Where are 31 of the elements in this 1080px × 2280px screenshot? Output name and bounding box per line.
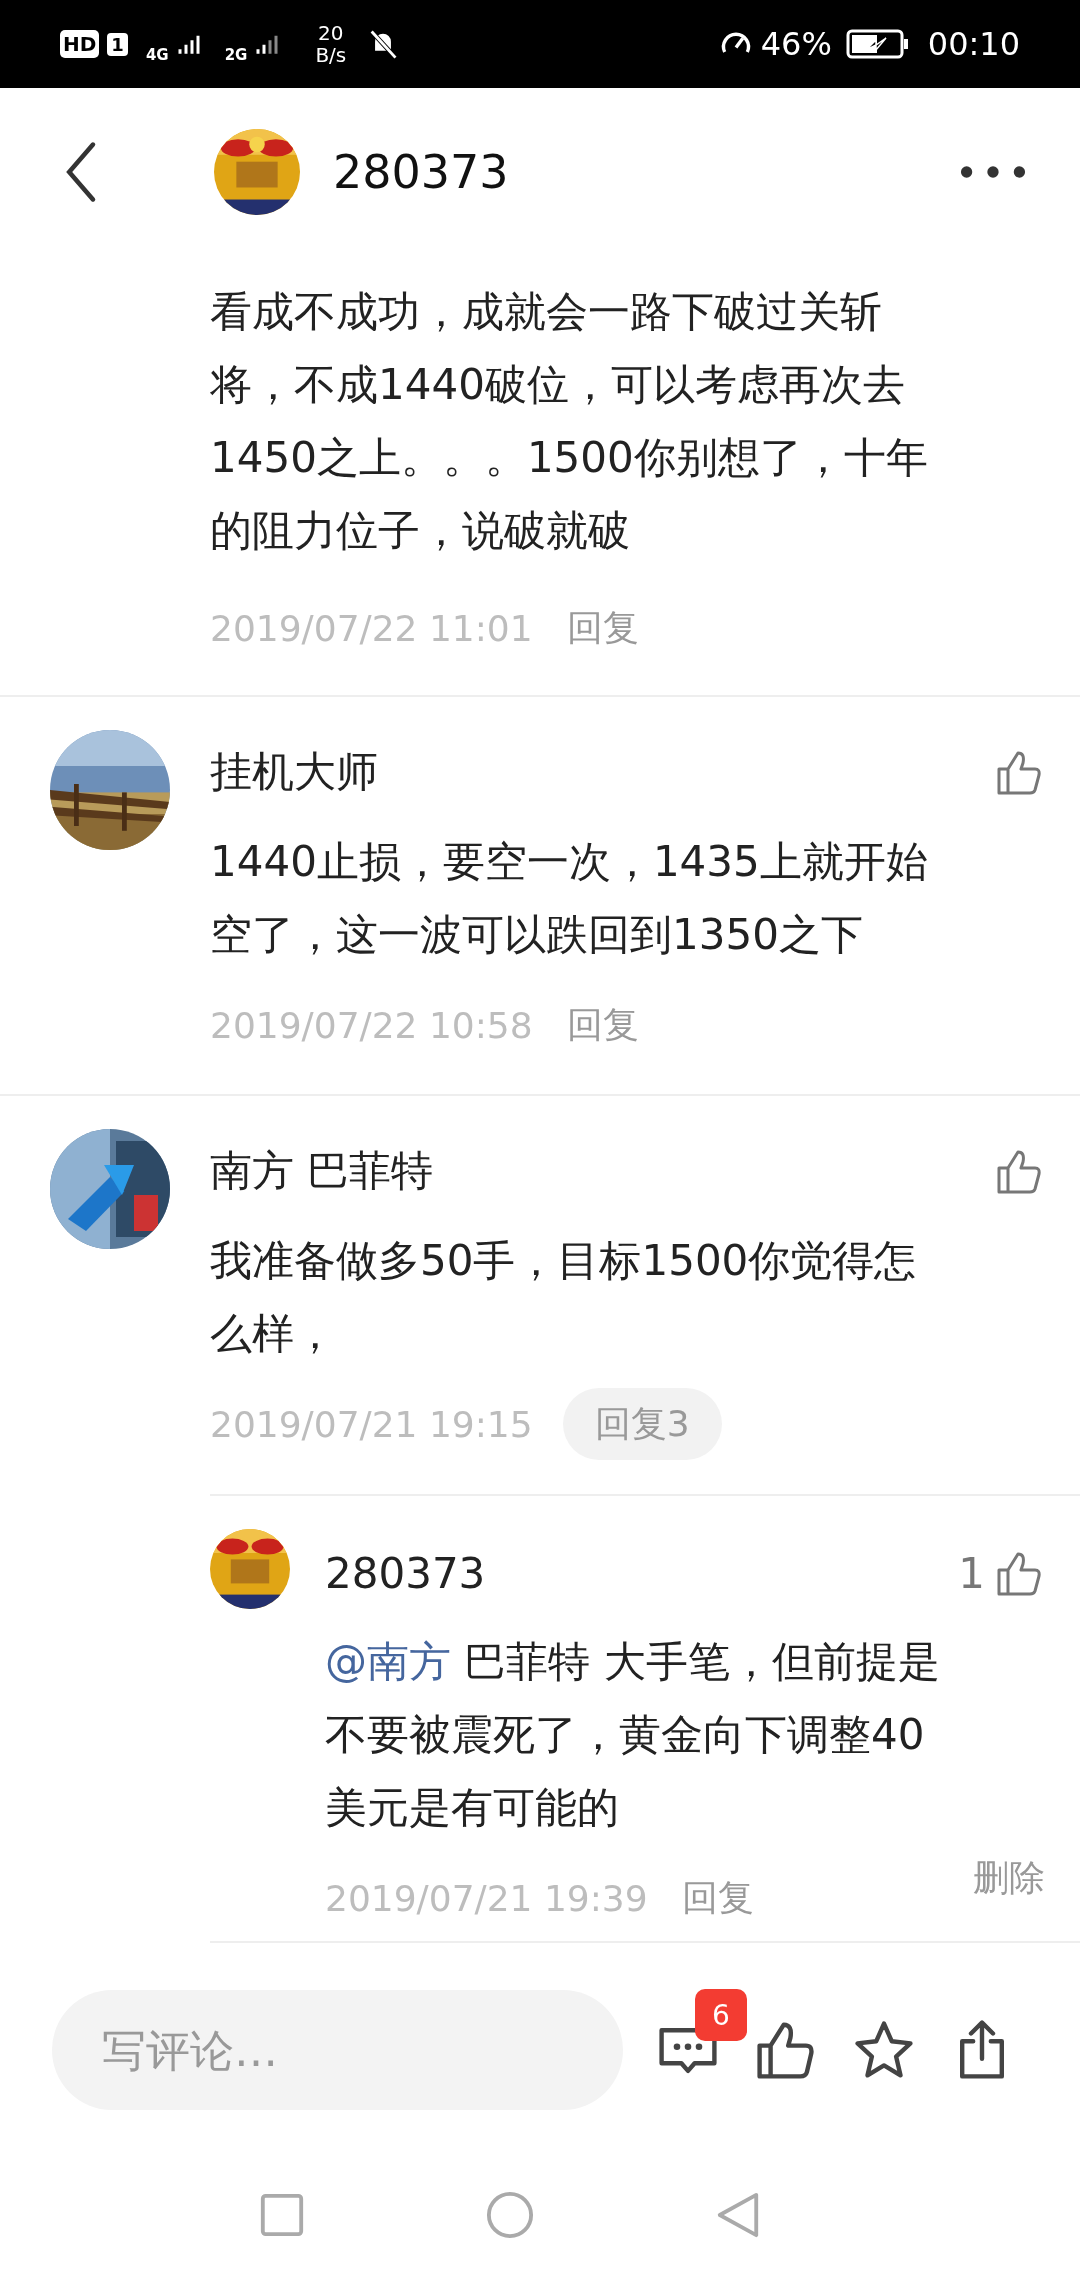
like-count: 1 [958, 1548, 985, 1598]
timestamp: 2019/07/21 19:15 [210, 1403, 533, 1445]
page-title: 280373 [333, 144, 510, 199]
network-type: 2G [224, 46, 248, 64]
reply-button[interactable]: 回复 [566, 603, 639, 653]
timestamp: 2019/07/22 11:01 [210, 607, 533, 649]
username[interactable]: 挂机大师 [210, 744, 378, 800]
clock: 00:10 [927, 25, 1020, 63]
delete-button[interactable]: 删除 [973, 1854, 1045, 1903]
mention-link[interactable]: @南方 [325, 1637, 451, 1686]
comment-text: 看成不成功，成就会一路下破过关斩 将，不成1440破位，可以考虑再次去 1450之上。。。1500你别想了，十年 的阻力位子，说破就破 [210, 286, 929, 557]
network-type: 4G [145, 46, 169, 64]
comment-text: 我准备做多50手，目标1500你觉得怎 么样， [210, 1235, 918, 1360]
timestamp: 2019/07/22 10:58 [210, 1004, 533, 1046]
battery-charging-icon [845, 28, 910, 60]
speed-unit: B/s [315, 44, 347, 66]
username[interactable]: 南方 巴菲特 [210, 1143, 434, 1199]
hd-indicator: HD [60, 30, 100, 58]
comment-count-badge: 6 [695, 1989, 747, 2041]
timestamp: 2019/07/21 19:39 [325, 1877, 648, 1919]
username[interactable]: 280373 [325, 1548, 486, 1598]
reply-button[interactable]: 回复3 [562, 1388, 722, 1460]
sim-indicator: 1 [107, 32, 128, 56]
comment-input-field[interactable]: 写评论… [52, 1990, 623, 2110]
comment-text: 1440止损，要空一次，1435上就开始 空了，这一波可以跌回到1350之下 [210, 836, 929, 961]
battery-percent: 46% [760, 25, 832, 63]
network-speed: 20 [318, 22, 344, 44]
reply-text: @南方 巴菲特 大手笔，但前提是 不要被震死了，黄金向下调整40 美元是有可能的 [325, 1636, 941, 1834]
reply-button[interactable]: 回复 [681, 1873, 754, 1923]
reply-button[interactable]: 回复 [566, 1000, 639, 1050]
more-icon[interactable] [960, 164, 1026, 179]
